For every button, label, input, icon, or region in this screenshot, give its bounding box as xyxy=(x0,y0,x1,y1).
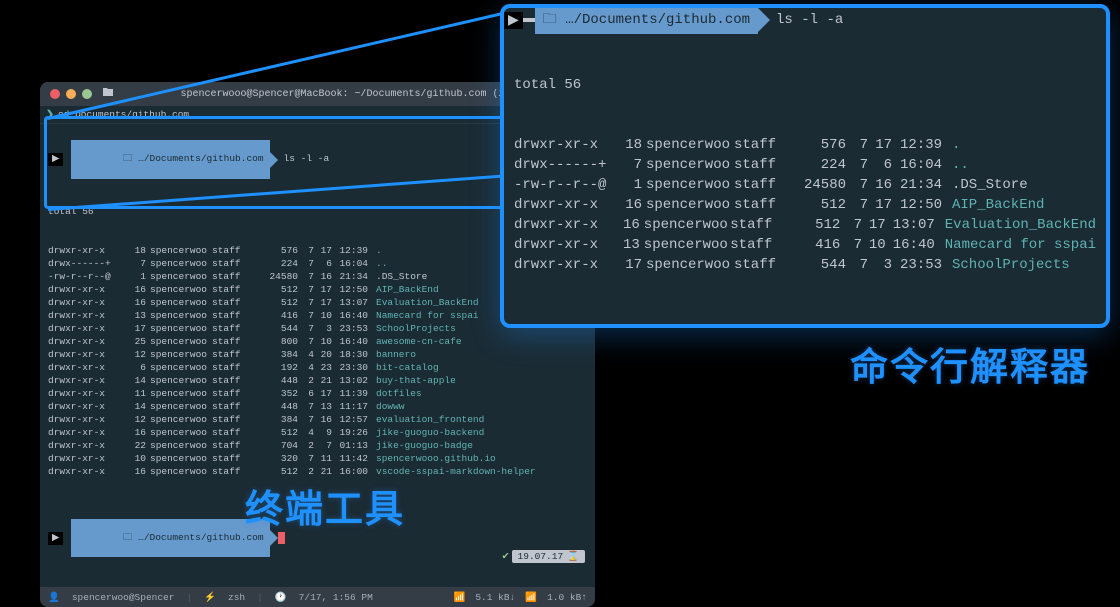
list-item: drwxr-xr-x6spencerwoostaff19242323:30bit… xyxy=(48,362,587,375)
list-item: -rw-r--r--@1spencerwoostaff2458071621:34… xyxy=(514,175,1096,195)
close-icon[interactable] xyxy=(50,89,60,99)
list-item: drwxr-xr-x13spencerwoostaff41671016:40Na… xyxy=(514,235,1096,255)
ls-output: drwxr-xr-x18spencerwoostaff57671712:39.d… xyxy=(514,135,1096,275)
status-bar: 👤 spencerwoo@Spencer | ⚡ zsh | 🕐 7/17, 1… xyxy=(40,587,595,607)
list-item: drwxr-xr-x12spencerwoostaff38471612:57ev… xyxy=(48,414,587,427)
folder-icon: 🗀 xyxy=(123,153,138,164)
prompt-chevron-icon: ▶ xyxy=(48,532,63,545)
list-item: drwxr-xr-x14spencerwoostaff44871311:17do… xyxy=(48,401,587,414)
status-user: spencerwoo@Spencer xyxy=(72,592,175,603)
list-item: drwxr-xr-x16spencerwoostaff51271712:50AI… xyxy=(514,195,1096,215)
apple-logo-icon xyxy=(523,18,535,22)
list-item: drwx------+7spencerwoostaff2247616:04.. xyxy=(514,155,1096,175)
cursor[interactable] xyxy=(278,532,285,544)
wifi-icon: 📶 xyxy=(525,592,537,603)
annotation-terminal-tool: 终端工具 xyxy=(245,478,405,533)
list-item: drwxr-xr-x18spencerwoostaff57671712:39. xyxy=(514,135,1096,155)
lightning-icon: ⚡ xyxy=(204,592,216,603)
command-text: ls -l -a xyxy=(776,12,843,28)
list-item: drwxr-xr-x16spencerwoostaff51222116:00vs… xyxy=(48,466,587,479)
zoom-inset: ▶ 🗀 …/Documents/github.com ls -l -a tota… xyxy=(500,4,1110,328)
powerline-arrow-icon xyxy=(270,152,278,168)
user-icon: 👤 xyxy=(48,592,60,603)
folder-icon xyxy=(102,86,118,102)
list-item: drwxr-xr-x16spencerwoostaff5124919:26jik… xyxy=(48,427,587,440)
prompt-line: ▶ 🗀 …/Documents/github.com ls -l -a xyxy=(504,8,1106,32)
list-item: drwxr-xr-x16spencerwoostaff51271713:07Ev… xyxy=(514,215,1096,235)
date-pill: 19.07.17 ⌛ xyxy=(512,550,585,563)
status-net-up: 1.0 kB↑ xyxy=(547,592,587,603)
history-icon: ⌛ xyxy=(567,551,579,562)
status-net-down: 5.1 kB↓ xyxy=(475,592,515,603)
prompt-path: 🗀 …/Documents/github.com xyxy=(535,6,758,34)
status-clock: 7/17, 1:56 PM xyxy=(299,592,373,603)
clock-icon: 🕐 xyxy=(275,592,287,603)
wifi-icon: 📶 xyxy=(453,592,465,603)
prompt-path: 🗀 …/Documents/github.com xyxy=(71,519,269,557)
minimize-icon[interactable] xyxy=(66,89,76,99)
annotation-shell-interpreter: 命令行解释器 xyxy=(850,336,1090,391)
command-text: ls -l -a xyxy=(284,153,330,166)
list-item: drwxr-xr-x25spencerwoostaff80071016:40aw… xyxy=(48,336,587,349)
ls-total: total 56 xyxy=(514,75,1096,95)
zoom-icon[interactable] xyxy=(82,89,92,99)
prompt-chevron-icon: ▶ xyxy=(504,12,523,29)
list-item: drwxr-xr-x10spencerwoostaff32071111:42sp… xyxy=(48,453,587,466)
window-traffic-lights[interactable] xyxy=(50,89,92,99)
prompt-chevron-icon: ▶ xyxy=(48,153,63,166)
list-item: drwxr-xr-x14spencerwoostaff44822113:02bu… xyxy=(48,375,587,388)
folder-icon: 🗀 xyxy=(543,12,565,28)
powerline-arrow-icon xyxy=(758,8,770,32)
check-icon: ✔ xyxy=(502,551,510,562)
list-item: drwxr-xr-x17spencerwoostaff5447323:53Sch… xyxy=(514,255,1096,275)
list-item: drwxr-xr-x22spencerwoostaff7042701:13jik… xyxy=(48,440,587,453)
status-shell: zsh xyxy=(228,592,245,603)
prompt-path: 🗀 …/Documents/github.com xyxy=(71,140,269,178)
list-item: drwxr-xr-x11spencerwoostaff35261711:39do… xyxy=(48,388,587,401)
folder-icon: 🗀 xyxy=(123,532,138,543)
list-item: drwxr-xr-x12spencerwoostaff38442018:30ba… xyxy=(48,349,587,362)
